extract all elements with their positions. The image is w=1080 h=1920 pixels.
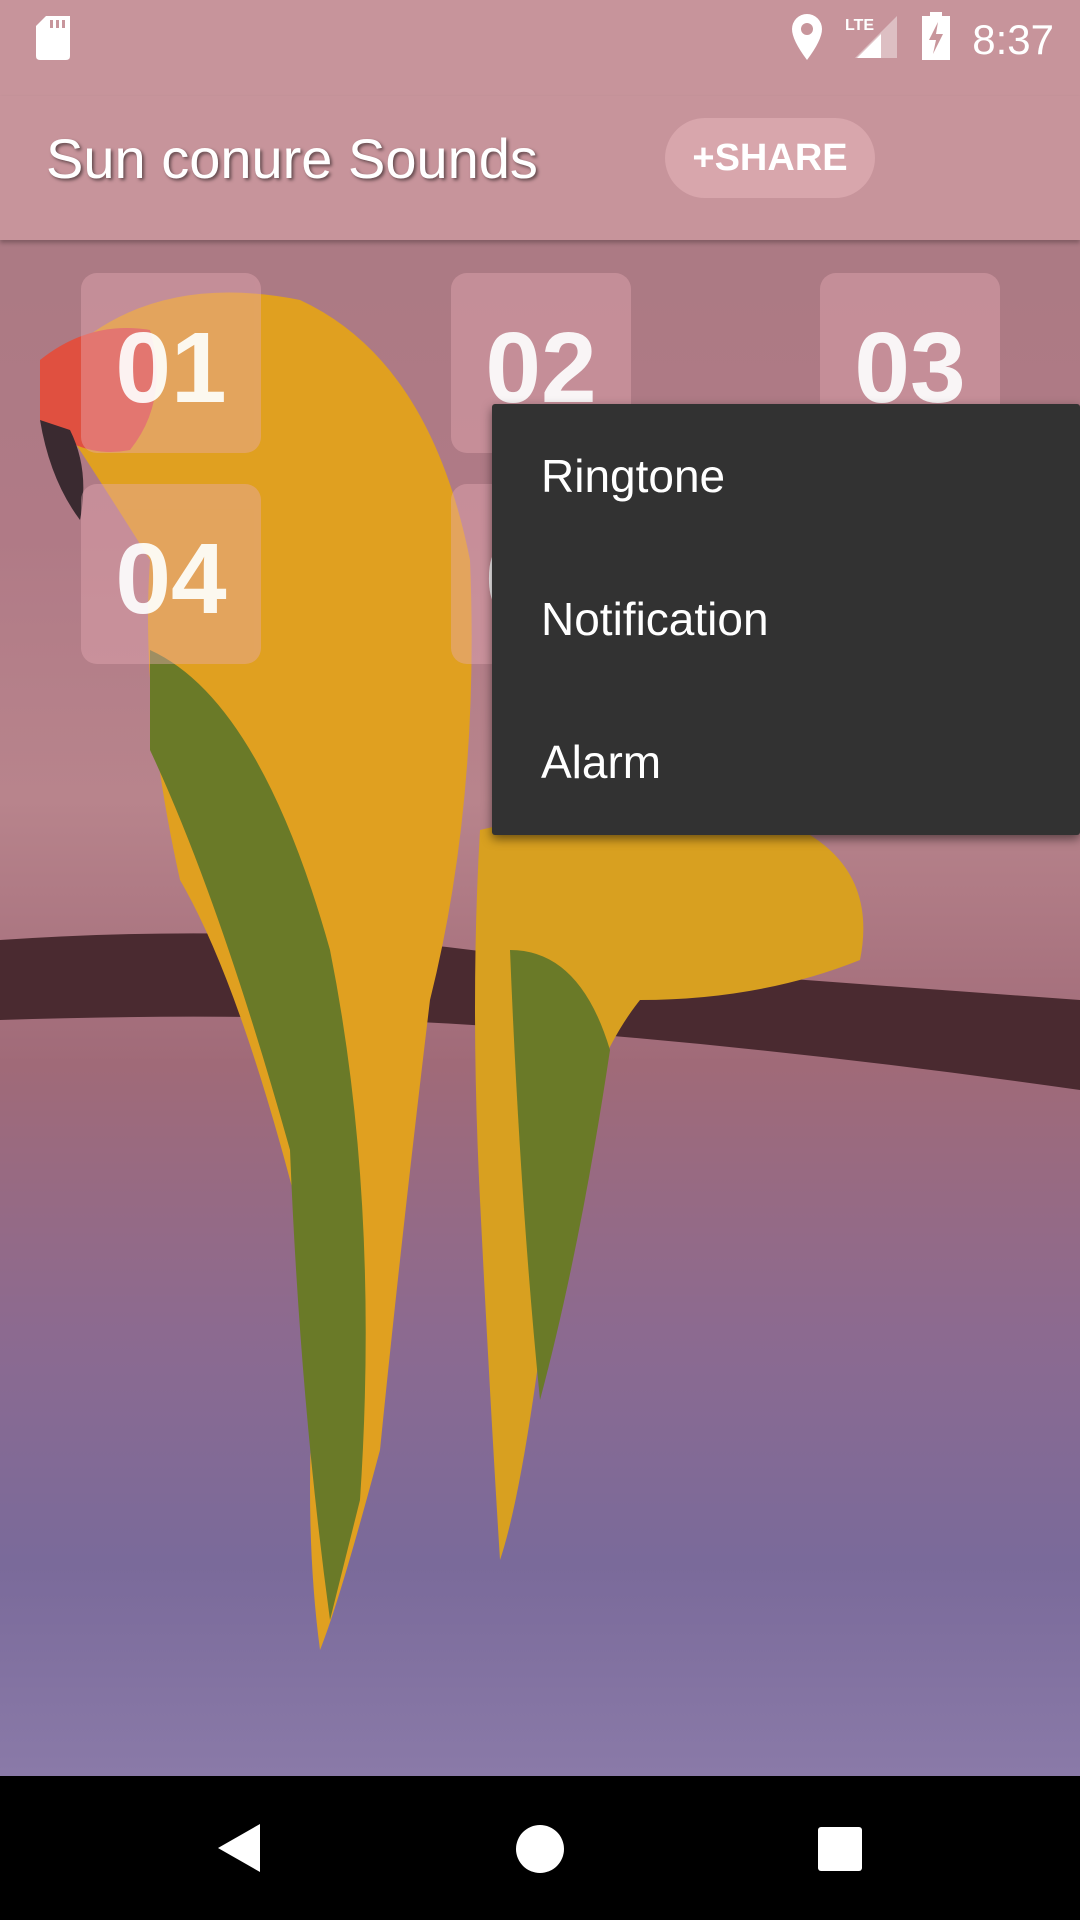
clock: 8:37 xyxy=(972,16,1054,63)
sound-tile-01[interactable]: 01 xyxy=(81,273,261,453)
lte-signal-icon: LTE xyxy=(845,16,897,58)
battery-charging-icon xyxy=(922,12,950,60)
sd-card-icon xyxy=(36,16,70,60)
menu-item-ringtone[interactable]: Ringtone xyxy=(492,404,1080,547)
recents-icon[interactable] xyxy=(817,1826,863,1872)
set-as-popup-menu: Ringtone Notification Alarm xyxy=(492,404,1080,835)
app-title: Sun conure Sounds xyxy=(46,127,538,190)
menu-item-alarm[interactable]: Alarm xyxy=(492,690,1080,833)
status-bar: LTE 8:37 xyxy=(0,0,1080,96)
share-button[interactable]: +SHARE xyxy=(665,118,875,198)
parrot-image xyxy=(0,292,1080,1650)
menu-item-notification[interactable]: Notification xyxy=(492,547,1080,690)
sound-tile-04[interactable]: 04 xyxy=(81,484,261,664)
app-toolbar: Sun conure Sounds +SHARE xyxy=(0,96,1080,240)
navigation-bar xyxy=(0,1776,1080,1920)
svg-text:LTE: LTE xyxy=(845,17,874,34)
back-icon[interactable] xyxy=(216,1822,262,1874)
location-icon xyxy=(792,14,822,60)
home-icon[interactable] xyxy=(515,1824,565,1874)
